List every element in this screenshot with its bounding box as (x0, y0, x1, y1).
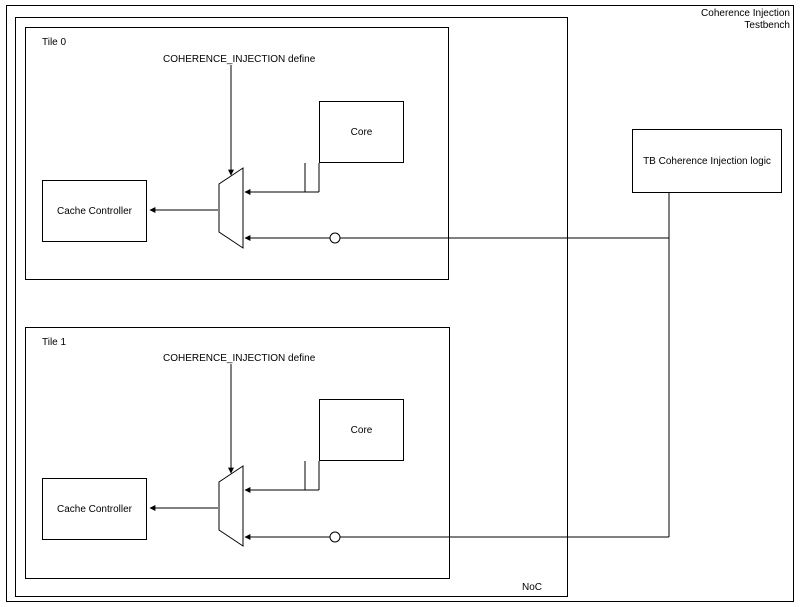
title-line2: Testbench (680, 20, 790, 32)
tile-0-define-label: COHERENCE_INJECTION define (163, 54, 315, 66)
tile-0-core: Core (319, 101, 404, 163)
tile-1-cache-controller: Cache Controller (42, 478, 147, 540)
tile-1-define-label: COHERENCE_INJECTION define (163, 353, 315, 365)
tb-box-label: TB Coherence Injection logic (643, 156, 771, 167)
tile-1-core: Core (319, 399, 404, 461)
tile-1-title: Tile 1 (42, 337, 66, 349)
tile-0-title: Tile 0 (42, 37, 66, 49)
tb-coherence-injection-logic: TB Coherence Injection logic (632, 129, 782, 193)
tile-0-core-label: Core (351, 127, 373, 138)
tile-1-cache-controller-label: Cache Controller (57, 504, 132, 515)
tile-0-cache-controller: Cache Controller (42, 180, 147, 242)
tile-0-cache-controller-label: Cache Controller (57, 206, 132, 217)
title-line1: Coherence Injection (680, 8, 790, 20)
tile-1-core-label: Core (351, 425, 373, 436)
noc-label: NoC (522, 582, 542, 594)
